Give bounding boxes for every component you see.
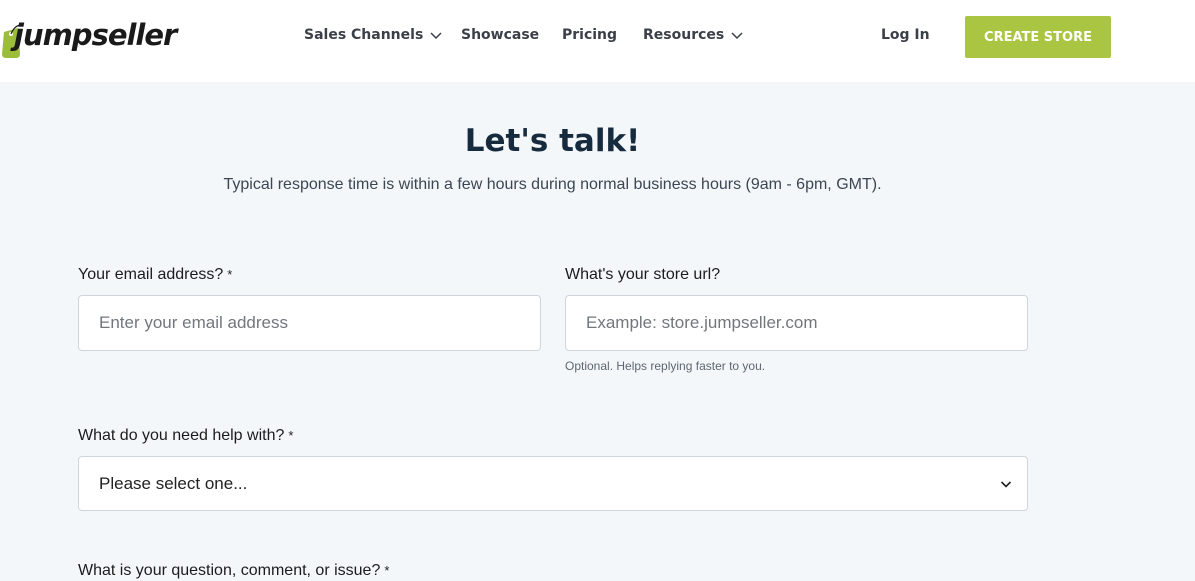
login-link[interactable]: Log In [881,27,930,43]
nav-showcase-label: Showcase [461,27,540,43]
help-topic-select[interactable]: Please select one... [78,456,1028,511]
create-store-button[interactable]: CREATE STORE [965,16,1111,58]
login-label: Log In [881,27,930,43]
logo-wordmark: jumpseller [14,18,177,52]
help-topic-selected-value: Please select one... [99,473,248,493]
page-title: Let's talk! [464,123,641,159]
store-url-label-text: What's your store url? [565,266,721,283]
store-url-label: What's your store url? [565,266,720,284]
nav-sales-channels[interactable]: Sales Channels [304,27,443,43]
nav-resources[interactable]: Resources [643,27,744,43]
store-url-input[interactable] [565,295,1028,351]
help-topic-label-text: What do you need help with? [78,427,285,444]
email-input[interactable] [78,295,541,351]
nav-showcase[interactable]: Showcase [461,27,539,43]
nav-sales-channels-label: Sales Channels [304,27,424,43]
email-label: Your email address? * [78,266,232,284]
store-url-help-text: Optional. Helps replying faster to you. [565,359,766,373]
required-mark: * [384,563,390,578]
nav-pricing-label: Pricing [562,27,618,43]
chevron-down-icon [430,32,442,40]
chevron-down-icon [731,32,743,40]
question-label-text: What is your question, comment, or issue… [78,562,381,579]
required-mark: * [227,267,233,282]
question-label: What is your question, comment, or issue… [78,562,389,580]
nav-pricing[interactable]: Pricing [562,27,617,43]
help-topic-label: What do you need help with? * [78,427,293,445]
email-label-text: Your email address? [78,266,224,283]
chevron-down-icon [1000,481,1012,488]
page-subtitle: Typical response time is within a few ho… [223,176,882,193]
create-store-label: CREATE STORE [984,29,1092,45]
nav-resources-label: Resources [643,27,725,43]
required-mark: * [288,428,294,443]
site-header: jumpseller Sales Channels Showcase Prici… [0,0,1195,82]
jumpseller-logo[interactable]: jumpseller [0,12,177,62]
